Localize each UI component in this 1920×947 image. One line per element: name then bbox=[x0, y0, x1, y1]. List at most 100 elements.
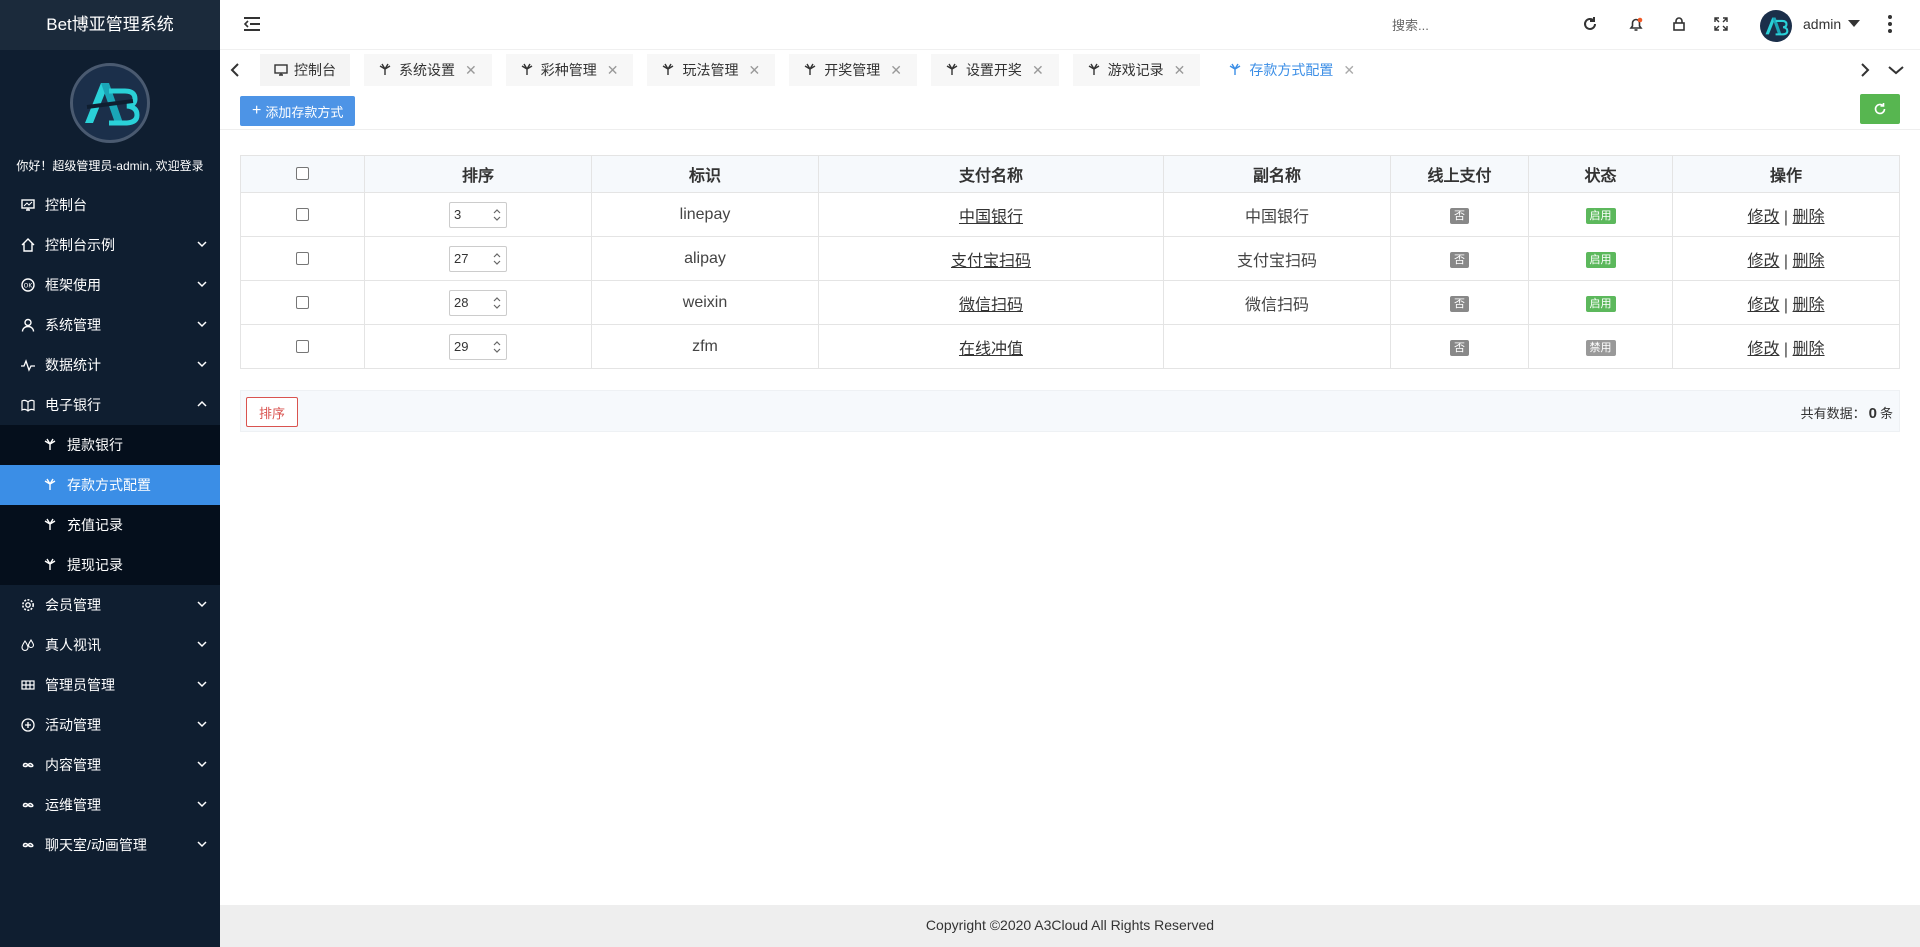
caret-down-icon[interactable] bbox=[1848, 20, 1860, 27]
close-icon[interactable]: ✕ bbox=[607, 62, 619, 79]
sidebar-item-system[interactable]: 系统管理 bbox=[0, 305, 220, 345]
payment-name-link[interactable]: 支付宝扫码 bbox=[951, 253, 1031, 270]
status-badge[interactable]: 启用 bbox=[1585, 207, 1616, 224]
edit-link[interactable]: 修改 bbox=[1747, 297, 1779, 314]
username[interactable]: admin bbox=[1803, 16, 1841, 32]
copyright-footer: Copyright ©2020 A3Cloud All Rights Reser… bbox=[220, 905, 1920, 947]
row-checkbox[interactable] bbox=[296, 295, 309, 309]
row-checkbox[interactable] bbox=[296, 207, 309, 221]
sort-number-input[interactable]: 3 bbox=[449, 201, 507, 228]
sidebar-item-content[interactable]: 内容管理 bbox=[0, 745, 220, 785]
close-icon[interactable]: ✕ bbox=[1174, 62, 1186, 79]
tab-draw-management[interactable]: 开奖管理 ✕ bbox=[789, 54, 917, 86]
sidebar-item-recharge-records[interactable]: 充值记录 bbox=[0, 505, 220, 545]
search-input[interactable] bbox=[1392, 14, 1512, 36]
user-icon bbox=[20, 317, 36, 333]
close-icon[interactable]: ✕ bbox=[1032, 62, 1044, 79]
sidebar-item-members[interactable]: 会员管理 bbox=[0, 585, 220, 625]
sidebar-item-framework[interactable]: OK 框架使用 bbox=[0, 265, 220, 305]
row-checkbox[interactable] bbox=[296, 339, 309, 353]
delete-link[interactable]: 删除 bbox=[1793, 253, 1825, 270]
payment-name-link[interactable]: 在线冲值 bbox=[959, 341, 1023, 358]
close-icon[interactable]: ✕ bbox=[890, 62, 902, 79]
tab-system-settings[interactable]: 系统设置 ✕ bbox=[364, 54, 492, 86]
row-alias: 微信扫码 bbox=[1163, 280, 1391, 325]
palm-icon bbox=[946, 63, 960, 77]
row-checkbox[interactable] bbox=[296, 251, 309, 265]
sort-number-input[interactable]: 27 bbox=[449, 245, 507, 272]
spinner-icon[interactable] bbox=[491, 206, 503, 224]
palm-icon bbox=[44, 518, 58, 532]
sidebar-item-chatroom[interactable]: 聊天室/动画管理 bbox=[0, 825, 220, 865]
sidebar-item-admins[interactable]: 管理员管理 bbox=[0, 665, 220, 705]
delete-link[interactable]: 删除 bbox=[1793, 209, 1825, 226]
sidebar-item-dashboard[interactable]: 控制台 bbox=[0, 185, 220, 225]
sidebar-item-statistics[interactable]: 数据统计 bbox=[0, 345, 220, 385]
sidebar-item-ebank[interactable]: 电子银行 bbox=[0, 385, 220, 425]
lock-icon[interactable] bbox=[1669, 14, 1689, 34]
row-code: alipay bbox=[591, 236, 819, 281]
table-footer-bar: 排序 共有数据： 0 条 bbox=[240, 390, 1900, 432]
toolbar: + 添加存款方式 bbox=[220, 90, 1920, 130]
edit-link[interactable]: 修改 bbox=[1747, 209, 1779, 226]
status-badge[interactable]: 启用 bbox=[1585, 295, 1616, 312]
tab-dashboard[interactable]: 控制台 bbox=[260, 54, 350, 86]
tab-bar: 控制台 系统设置 ✕ 彩种管理 ✕ 玩法管理 ✕ 开奖管理 ✕ 设置开奖 ✕ 游… bbox=[220, 50, 1920, 90]
sort-button[interactable]: 排序 bbox=[246, 397, 299, 427]
refresh-icon bbox=[1874, 103, 1886, 115]
sort-number-input[interactable]: 29 bbox=[449, 333, 507, 360]
status-badge[interactable]: 禁用 bbox=[1585, 339, 1616, 356]
menu-toggle-icon[interactable] bbox=[242, 14, 262, 34]
sort-number-input[interactable]: 28 bbox=[449, 289, 507, 316]
fullscreen-icon[interactable] bbox=[1711, 14, 1731, 34]
tab-deposit-config[interactable]: 存款方式配置 ✕ bbox=[1214, 54, 1371, 86]
close-icon[interactable]: ✕ bbox=[465, 62, 477, 79]
delete-link[interactable]: 删除 bbox=[1793, 297, 1825, 314]
col-name: 支付名称 bbox=[818, 155, 1164, 193]
tab-set-draw[interactable]: 设置开奖 ✕ bbox=[930, 54, 1059, 86]
bell-icon[interactable] bbox=[1626, 14, 1646, 34]
spinner-icon[interactable] bbox=[491, 250, 503, 268]
add-deposit-method-button[interactable]: + 添加存款方式 bbox=[240, 96, 356, 126]
sidebar-item-live-video[interactable]: 真人视讯 bbox=[0, 625, 220, 665]
close-icon[interactable]: ✕ bbox=[748, 62, 760, 79]
tabs-scroll-right-icon[interactable] bbox=[1855, 60, 1875, 80]
sidebar-menu: 控制台 控制台示例 OK 框架使用 系统管理 数据统计 电子银行 提款银行 存款… bbox=[0, 185, 220, 865]
edit-link[interactable]: 修改 bbox=[1747, 341, 1779, 358]
sidebar-item-withdraw-bank[interactable]: 提款银行 bbox=[0, 425, 220, 465]
avatar[interactable] bbox=[1760, 10, 1792, 42]
row-code: weixin bbox=[591, 280, 819, 325]
online-badge: 否 bbox=[1450, 251, 1469, 268]
tab-game-records[interactable]: 游戏记录 ✕ bbox=[1072, 54, 1201, 86]
edit-link[interactable]: 修改 bbox=[1747, 253, 1779, 270]
tab-play-rules[interactable]: 玩法管理 ✕ bbox=[647, 54, 776, 86]
row-alias bbox=[1163, 324, 1391, 369]
col-status: 状态 bbox=[1528, 155, 1673, 193]
chevron-down-icon bbox=[197, 601, 207, 608]
status-badge[interactable]: 启用 bbox=[1585, 251, 1616, 268]
spinner-icon[interactable] bbox=[491, 294, 503, 312]
payment-name-link[interactable]: 中国银行 bbox=[959, 209, 1023, 226]
infinity-icon bbox=[20, 797, 36, 813]
sidebar-item-withdraw-records[interactable]: 提现记录 bbox=[0, 545, 220, 585]
sidebar-item-activities[interactable]: 活动管理 bbox=[0, 705, 220, 745]
sidebar-item-dashboard-examples[interactable]: 控制台示例 bbox=[0, 225, 220, 265]
more-vertical-icon[interactable] bbox=[1880, 13, 1900, 35]
tabs-scroll-left-icon[interactable] bbox=[225, 60, 245, 80]
spinner-icon[interactable] bbox=[491, 338, 503, 356]
sidebar-item-ops[interactable]: 运维管理 bbox=[0, 785, 220, 825]
refresh-icon[interactable] bbox=[1580, 14, 1600, 34]
palm-icon bbox=[1229, 63, 1243, 77]
chevron-down-icon bbox=[197, 841, 207, 848]
delete-link[interactable]: 删除 bbox=[1793, 341, 1825, 358]
palm-icon bbox=[379, 63, 393, 77]
sidebar-item-deposit-config[interactable]: 存款方式配置 bbox=[0, 465, 220, 505]
select-all-checkbox[interactable] bbox=[296, 167, 309, 181]
book-icon bbox=[20, 397, 36, 413]
sidebar: Bet博亚管理系统 你好！超级管理员-admin, 欢迎登录 控制台 控制台示例… bbox=[0, 0, 220, 947]
payment-name-link[interactable]: 微信扫码 bbox=[959, 297, 1023, 314]
tabs-menu-chevron-down-icon[interactable] bbox=[1886, 60, 1906, 80]
close-icon[interactable]: ✕ bbox=[1343, 62, 1355, 79]
refresh-button[interactable] bbox=[1860, 94, 1900, 124]
tab-lottery-types[interactable]: 彩种管理 ✕ bbox=[505, 54, 634, 86]
